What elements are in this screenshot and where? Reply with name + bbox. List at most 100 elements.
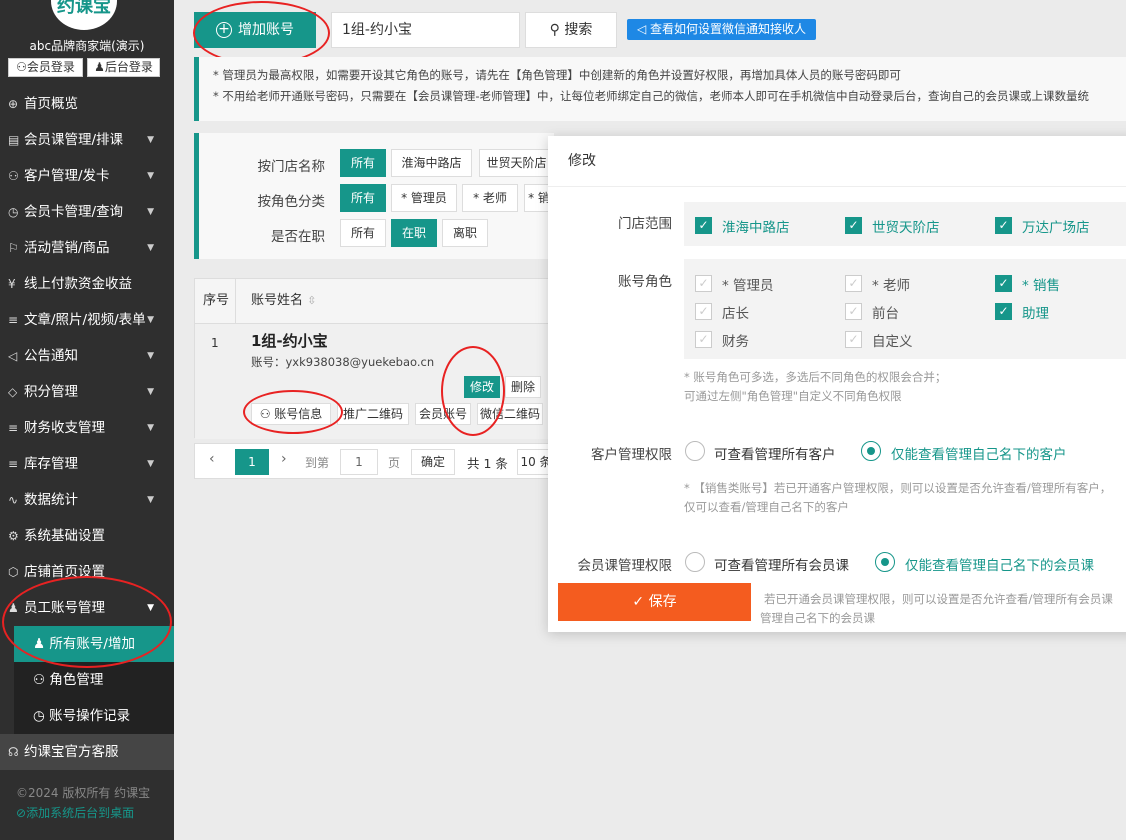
save-button[interactable]: ✓ 保存 (558, 583, 751, 621)
customer-permission-radio-all[interactable] (685, 441, 705, 461)
speaker-icon: ◁ (8, 349, 18, 363)
store-filter-option[interactable]: 淮海中路店 (391, 149, 472, 177)
edit-button[interactable]: 修改 (464, 376, 500, 398)
speaker-icon: ◁ (636, 22, 651, 36)
nav-item-content[interactable]: ≡ 文章/照片/视频/表单 ▼ (0, 302, 174, 338)
member-login-button[interactable]: ⚇会员登录 (8, 58, 83, 77)
role-checkbox[interactable]: ✓ (845, 331, 862, 348)
role-filter-option[interactable]: * 管理员 (391, 184, 457, 212)
radio-label: 仅能查看管理自己名下的会员课 (905, 558, 1094, 574)
status-filter-active[interactable]: 在职 (391, 219, 437, 247)
role-checkbox-label: 财务 (722, 334, 749, 350)
nav-item-home[interactable]: ⊕ 首页概览 (0, 86, 174, 122)
course-permission-radio-own[interactable] (875, 552, 895, 572)
store-filter-option[interactable]: 世贸天阶店 (479, 149, 554, 177)
customer-service-link[interactable]: ☊ 约课宝官方客服 (0, 734, 174, 770)
store-filter-label: 按门店名称 (257, 159, 326, 175)
subnav-all-accounts[interactable]: ♟ 所有账号/增加 (14, 626, 174, 662)
store-checkbox[interactable]: ✓ (995, 217, 1012, 234)
cube-icon: ⬡ (8, 565, 19, 579)
headset-icon: ☊ (8, 745, 19, 759)
add-account-button[interactable]: + 增加账号 (194, 12, 316, 48)
wechat-qr-button[interactable]: 微信二维码 (477, 403, 543, 425)
notice-box: * 管理员为最高权限，如需要开设其它角色的账号，请先在【角色管理】中创建新的角色… (194, 57, 1126, 121)
role-checkbox-label: 助理 (1022, 306, 1049, 322)
nav-item-finance[interactable]: ≡ 财务收支管理 ▼ (0, 410, 174, 446)
store-scope-group: ✓ 淮海中路店 ✓ 世贸天阶店 ✓ 万达广场店 (684, 202, 1126, 246)
status-filter-all[interactable]: 所有 (340, 219, 386, 247)
caret-down-icon: ▼ (147, 243, 154, 253)
caret-down-icon: ▼ (147, 603, 154, 613)
role-checkbox[interactable]: ✓ (695, 331, 712, 348)
sliders-icon: ≡ (8, 421, 19, 435)
role-checkbox-label: * 管理员 (722, 278, 774, 294)
nav-item-inventory[interactable]: ≡ 库存管理 ▼ (0, 446, 174, 482)
add-to-desktop-link[interactable]: ⊘添加系统后台到桌面 (16, 804, 134, 821)
account-info-button[interactable]: ⚇ 账号信息 (251, 403, 331, 425)
nav-item-system-settings[interactable]: ⚙ 系统基础设置 (0, 518, 174, 554)
nav-item-store-home[interactable]: ⬡ 店铺首页设置 (0, 554, 174, 590)
role-checkbox[interactable]: ✓ (695, 303, 712, 320)
subnav-operation-log[interactable]: ◷ 账号操作记录 (14, 698, 174, 734)
subnav-roles[interactable]: ⚇ 角色管理 (14, 662, 174, 698)
role-checkbox[interactable]: ✓ (995, 275, 1012, 292)
nav-item-customers[interactable]: ⚇ 客户管理/发卡 ▼ (0, 158, 174, 194)
store-checkbox[interactable]: ✓ (845, 217, 862, 234)
radio-label: 可查看管理所有客户 (714, 447, 836, 463)
role-filter-all[interactable]: 所有 (340, 184, 386, 212)
document-icon: ▤ (8, 133, 20, 147)
delete-button[interactable]: 删除 (505, 376, 541, 398)
globe-icon: ⊕ (8, 97, 19, 111)
admin-login-button[interactable]: ♟后台登录 (87, 58, 160, 77)
clock-icon: ◷ (33, 708, 50, 724)
search-input[interactable]: 1组-约小宝 (331, 12, 520, 48)
role-checkbox[interactable]: ✓ (845, 275, 862, 292)
column-header-name[interactable]: 账号姓名 ⇳ (251, 279, 316, 323)
role-checkbox[interactable]: ✓ (995, 303, 1012, 320)
member-account-button[interactable]: 会员账号 (415, 403, 471, 425)
store-scope-label: 门店范围 (618, 216, 672, 232)
role-filter-label: 按角色分类 (257, 194, 326, 210)
yen-icon: ¥ (8, 277, 16, 291)
store-checkbox-label: 世贸天阶店 (872, 220, 940, 236)
next-page-icon[interactable]: › (281, 451, 287, 467)
course-permission-radio-all[interactable] (685, 552, 705, 572)
store-filter-all[interactable]: 所有 (340, 149, 386, 177)
role-checkbox[interactable]: ✓ (845, 303, 862, 320)
course-hint: 管理自己名下的会员课 (760, 611, 875, 625)
store-checkbox[interactable]: ✓ (695, 217, 712, 234)
goto-confirm-button[interactable]: 确定 (411, 449, 455, 475)
pagination: ‹ 1 › 到第 1 页 确定 共 1 条 10 条 (194, 443, 555, 479)
nav-item-announcements[interactable]: ◁ 公告通知 ▼ (0, 338, 174, 374)
caret-down-icon: ▼ (147, 459, 154, 469)
role-checkbox-label: 自定义 (872, 334, 913, 350)
page-current[interactable]: 1 (235, 449, 269, 475)
accounts-table: 序号 账号姓名 ⇳ 1 1组-约小宝 账号：yxk938038@yuekebao… (194, 278, 555, 439)
search-button[interactable]: ⚲ 搜索 (525, 12, 617, 48)
customer-permission-radio-own[interactable] (861, 441, 881, 461)
wechat-notify-guide-button[interactable]: ◁ 查看如何设置微信通知接收人 (627, 19, 816, 40)
role-filter-option[interactable]: * 老师 (462, 184, 518, 212)
promo-qr-button[interactable]: 推广二维码 (337, 403, 409, 425)
goto-page-input[interactable]: 1 (340, 449, 378, 475)
nav-item-marketing[interactable]: ⚐ 活动营销/商品 ▼ (0, 230, 174, 266)
check-circle-icon: ⊘ (16, 806, 27, 820)
nav-item-courses[interactable]: ▤ 会员课管理/排课 ▼ (0, 122, 174, 158)
flag-icon: ⚐ (8, 241, 19, 255)
status-filter-resigned[interactable]: 离职 (442, 219, 488, 247)
customer-permission-label: 客户管理权限 (591, 447, 672, 463)
user-icon: ⚇ (8, 169, 19, 183)
clock-icon: ◷ (8, 205, 19, 219)
nav-item-statistics[interactable]: ∿ 数据统计 ▼ (0, 482, 174, 518)
account-email: 账号：yxk938038@yuekebao.cn (251, 355, 435, 369)
caret-down-icon: ▼ (147, 315, 154, 325)
role-checkbox[interactable]: ✓ (695, 275, 712, 292)
prev-page-icon[interactable]: ‹ (209, 451, 215, 467)
goto-label: 到第 (305, 456, 330, 470)
nav-item-member-cards[interactable]: ◷ 会员卡管理/查询 ▼ (0, 194, 174, 230)
nav-item-points[interactable]: ◇ 积分管理 ▼ (0, 374, 174, 410)
role-checkbox-label: * 老师 (872, 278, 911, 294)
nav-item-staff-accounts[interactable]: ♟ 员工账号管理 ▼ (0, 590, 174, 626)
filter-panel: 按门店名称 所有 淮海中路店 世贸天阶店 按角色分类 所有 * 管理员 * 老师… (194, 133, 554, 259)
nav-item-payments[interactable]: ¥ 线上付款资金收益 (0, 266, 174, 302)
